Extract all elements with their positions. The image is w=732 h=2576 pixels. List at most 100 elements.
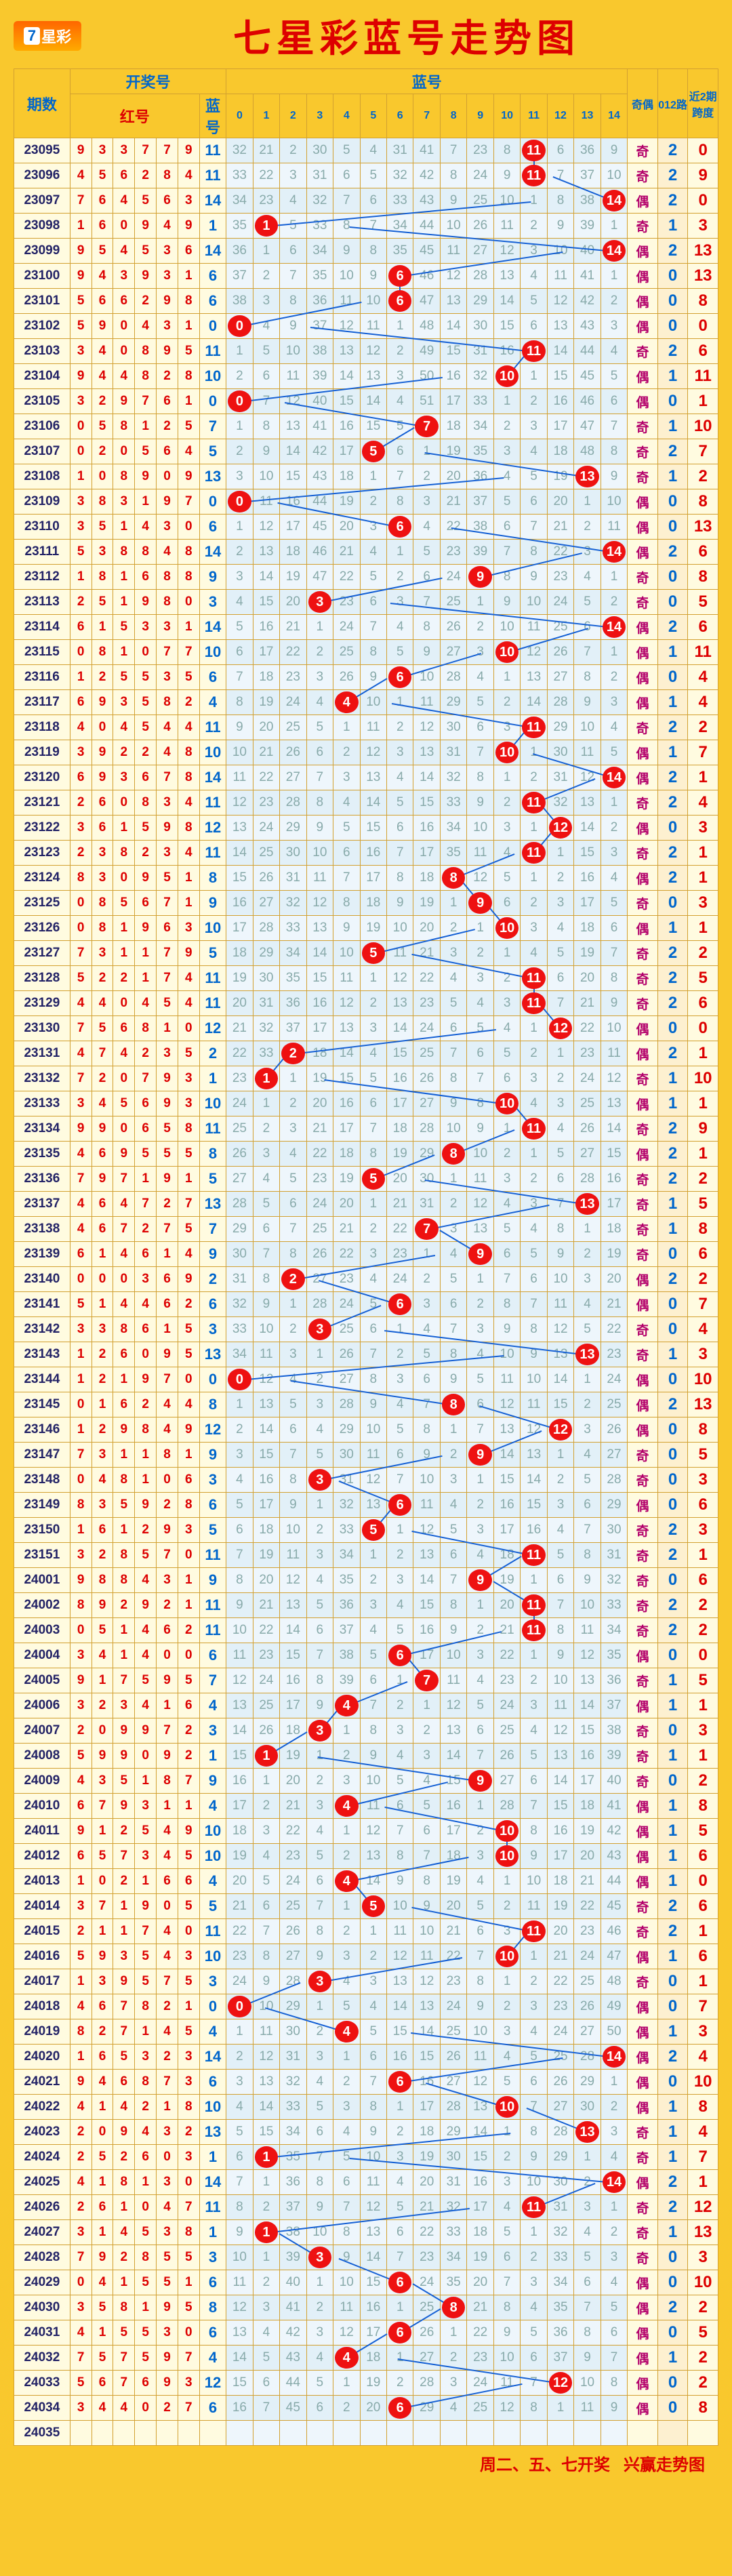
red-digit: 5 [70,540,92,565]
trend-cell-miss: 16 [493,1493,520,1518]
trend-cell-miss: 11 [226,765,253,790]
oe-cell: 偶 [628,314,658,339]
trend-cell-miss: 16 [226,1769,253,1794]
red-digit: 2 [157,364,178,389]
trend-cell-miss: 10 [333,264,360,289]
trend-cell-miss: 3 [280,1116,306,1142]
trend-cell-miss: 45 [280,2396,306,2421]
trend-cell-miss: 33 [253,1041,279,1066]
p012-cell: 1 [657,2145,688,2170]
trend-cell-miss: 25 [440,2019,466,2045]
gap-cell: 1 [688,841,718,866]
trend-cell-miss: 4 [493,1016,520,1041]
trend-cell-miss: 3 [493,816,520,841]
red-digit: 1 [135,966,157,991]
issue-cell: 23146 [14,1417,70,1443]
trend-cell-miss: 14 [467,2120,493,2145]
trend-cell-miss: 2 [226,364,253,389]
trend-row: 231333456931024122016617279810432513偶11 [14,1091,718,1116]
gap-cell: 4 [688,665,718,690]
trend-cell-miss: 6 [226,640,253,665]
trend-cell-miss: 11 [333,966,360,991]
trend-cell-miss: 4 [226,590,253,615]
trend-cell-miss: 27 [413,2346,440,2371]
red-digit: 9 [178,214,199,239]
red-digit: 2 [157,2045,178,2070]
trend-cell-miss: 7 [547,1593,573,1618]
trend-cell-miss: 7 [253,1919,279,1944]
red-digit: 6 [157,916,178,941]
red-digit: 0 [70,439,92,464]
issue-cell: 23097 [14,188,70,214]
trend-cell-miss: 21 [574,1869,601,1894]
oe-cell: 奇 [628,1543,658,1568]
trend-cell-miss: 5 [226,615,253,640]
oe-cell: 偶 [628,2295,658,2320]
red-digit: 4 [70,1192,92,1217]
trend-cell-miss: 3 [360,1242,386,1267]
blue-ball: 0 [228,1996,251,2017]
red-digit: 3 [70,1693,92,1718]
oe-cell: 奇 [628,163,658,188]
trend-cell-miss: 10 [253,1317,279,1342]
trend-cell-miss: 21 [226,1894,253,1919]
trend-cell-miss: 4 [306,1568,333,1593]
trend-cell-hit: 12 [547,816,573,841]
trend-cell-miss: 5 [280,1167,306,1192]
trend-cell-hit: 11 [521,1618,547,1643]
blue-val: 2 [199,1267,226,1292]
trend-cell-miss: 15 [280,464,306,489]
trend-cell-miss: 12 [280,1568,306,1593]
trend-cell-miss: 7 [360,2070,386,2095]
trend-cell-miss: 20 [440,464,466,489]
red-digit: 8 [157,590,178,615]
gap-cell: 5 [688,1819,718,1844]
red-digit: 5 [178,1142,199,1167]
trend-cell-miss: 1 [521,866,547,891]
trend-cell-hit: 3 [306,1969,333,1994]
trend-cell-miss: 1 [306,1994,333,2019]
red-digit: 5 [92,2346,113,2371]
trend-cell-miss: 28 [574,1167,601,1192]
red-digit: 1 [113,1443,135,1468]
trend-cell-hit: 12 [547,1016,573,1041]
trend-cell-miss: 18 [574,1794,601,1819]
trend-cell-miss: 7 [574,2295,601,2320]
trend-cell-miss: 8 [413,1869,440,1894]
trend-row: 240059175957122416839617114232101336奇15 [14,1668,718,1693]
trend-cell-miss: 44 [601,1869,627,1894]
p012-cell: 2 [657,866,688,891]
trend-cell-miss: 25 [280,1894,306,1919]
red-digit: 3 [92,1969,113,1994]
p012-cell: 1 [657,1844,688,1869]
trend-cell-miss: 49 [413,339,440,364]
trend-cell-miss: 11 [493,214,520,239]
red-digit: 1 [92,2320,113,2346]
trend-cell-miss: 14 [360,1869,386,1894]
trend-cell-miss: 20 [413,916,440,941]
red-digit: 6 [157,188,178,214]
trend-cell-miss [547,2421,573,2446]
blue-val: 0 [199,489,226,515]
blue-val: 13 [199,1342,226,1367]
trend-cell-miss: 34 [547,2270,573,2295]
trend-cell-miss: 24 [547,590,573,615]
trend-cell-hit: 13 [574,1192,601,1217]
blue-val: 4 [199,690,226,715]
red-digit: 9 [157,1744,178,1769]
red-digit: 4 [70,163,92,188]
red-digit: 9 [70,364,92,389]
trend-cell-miss: 2 [601,2220,627,2245]
trend-cell-miss: 4 [360,1267,386,1292]
trend-cell-miss: 27 [280,1944,306,1969]
oe-cell: 偶 [628,264,658,289]
trend-row: 240198271454111302451514251034242750偶13 [14,2019,718,2045]
oe-cell: 奇 [628,1718,658,1744]
red-digit: 8 [92,489,113,515]
red-digit: 5 [135,239,157,264]
trend-cell-miss: 11 [253,2019,279,2045]
trend-cell-miss: 33 [333,1518,360,1543]
red-digit: 6 [70,690,92,715]
red-digit: 6 [70,615,92,640]
trend-cell-miss: 6 [280,1192,306,1217]
